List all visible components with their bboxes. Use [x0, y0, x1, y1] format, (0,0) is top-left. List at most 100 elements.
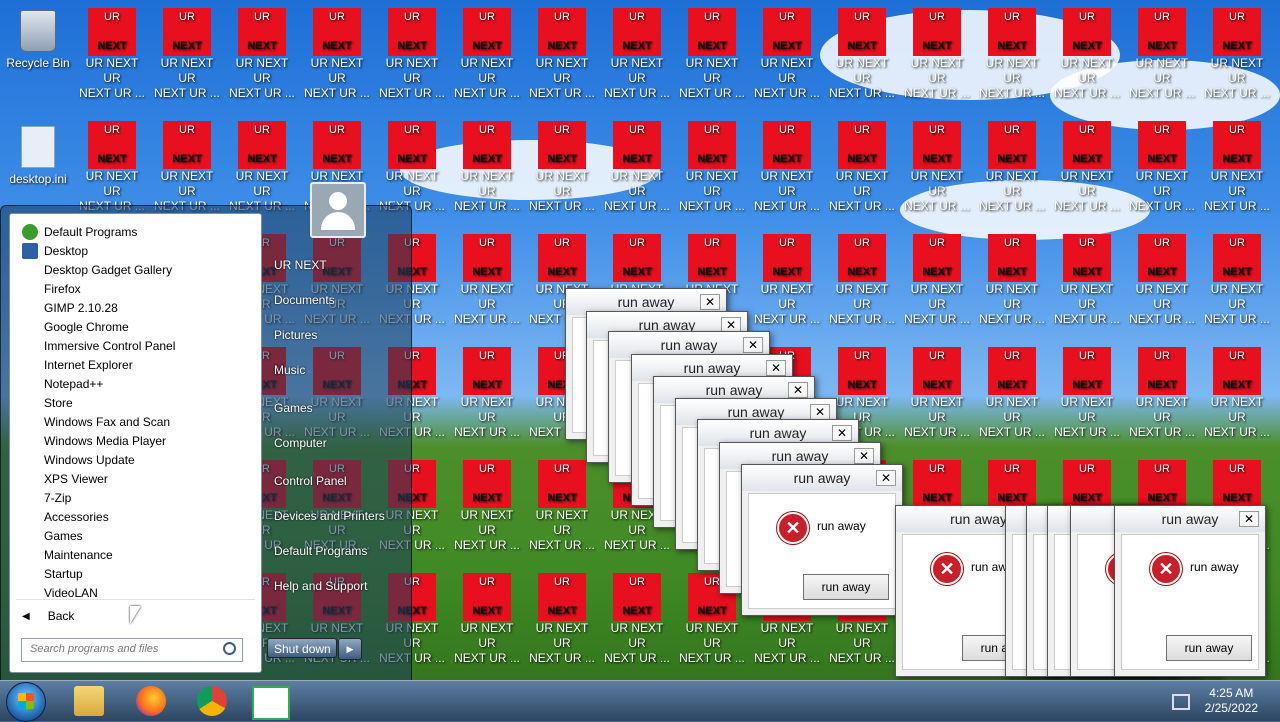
ur-next-shortcut[interactable]: URNEXTUR NEXT URNEXT UR ...: [526, 8, 598, 101]
recycle-bin-shortcut[interactable]: Recycle Bin: [2, 8, 74, 70]
network-icon[interactable]: [1172, 694, 1190, 710]
ur-next-shortcut[interactable]: URNEXTUR NEXT URNEXT UR ...: [976, 8, 1048, 101]
close-icon[interactable]: ✕: [854, 448, 874, 464]
program-item[interactable]: Games: [22, 526, 83, 545]
ur-next-shortcut[interactable]: URNEXTUR NEXT URNEXT UR ...: [1051, 234, 1123, 327]
ur-next-shortcut[interactable]: URNEXTUR NEXT URNEXT UR ...: [226, 121, 298, 214]
ur-next-shortcut[interactable]: URNEXTUR NEXT URNEXT UR ...: [826, 121, 898, 214]
desktop-ini-shortcut[interactable]: desktop.ini: [2, 124, 74, 186]
chrome-icon[interactable]: [197, 686, 227, 716]
error-dialog[interactable]: run away✕✕run awayrun away: [1114, 505, 1266, 677]
ur-next-shortcut[interactable]: URNEXTUR NEXT URNEXT UR ...: [1126, 347, 1198, 440]
ur-next-shortcut[interactable]: URNEXTUR NEXT URNEXT UR ...: [1051, 347, 1123, 440]
ur-next-shortcut[interactable]: URNEXTUR NEXT URNEXT UR ...: [901, 234, 973, 327]
program-item[interactable]: Desktop Gadget Gallery: [22, 260, 172, 279]
start-link[interactable]: Documents: [274, 293, 335, 307]
ur-next-shortcut[interactable]: URNEXTUR NEXT URNEXT UR ...: [451, 573, 523, 666]
ur-next-shortcut[interactable]: URNEXTUR NEXT URNEXT UR ...: [901, 347, 973, 440]
program-item[interactable]: Windows Fax and Scan: [22, 412, 170, 431]
close-icon[interactable]: ✕: [766, 360, 786, 376]
start-link[interactable]: Computer: [274, 436, 327, 450]
ur-next-shortcut[interactable]: URNEXTUR NEXT URNEXT UR ...: [1051, 8, 1123, 101]
ur-next-shortcut[interactable]: URNEXTUR NEXT URNEXT UR ...: [826, 234, 898, 327]
start-link[interactable]: UR NEXT: [274, 258, 327, 272]
close-icon[interactable]: ✕: [743, 337, 763, 353]
ur-next-shortcut[interactable]: URNEXTUR NEXT URNEXT UR ...: [601, 121, 673, 214]
ur-next-shortcut[interactable]: URNEXTUR NEXT URNEXT UR ...: [451, 460, 523, 553]
program-item[interactable]: Accessories: [22, 507, 109, 526]
ur-next-shortcut[interactable]: URNEXTUR NEXT URNEXT UR ...: [901, 121, 973, 214]
program-item[interactable]: GIMP 2.10.28: [22, 298, 118, 317]
start-link[interactable]: Default Programs: [274, 544, 367, 558]
ur-next-shortcut[interactable]: URNEXTUR NEXT URNEXT UR ...: [751, 121, 823, 214]
ur-next-shortcut[interactable]: URNEXTUR NEXT URNEXT UR ...: [1126, 8, 1198, 101]
ur-next-shortcut[interactable]: URNEXTUR NEXT URNEXT UR ...: [1201, 234, 1273, 327]
program-item[interactable]: Internet Explorer: [22, 355, 133, 374]
close-icon[interactable]: ✕: [700, 294, 720, 310]
program-item[interactable]: 7-Zip: [22, 488, 71, 507]
program-item[interactable]: Notepad++: [22, 374, 103, 393]
program-item[interactable]: XPS Viewer: [22, 469, 108, 488]
program-item[interactable]: Default Programs: [22, 222, 137, 241]
program-item[interactable]: Immersive Control Panel: [22, 336, 175, 355]
start-link[interactable]: Music: [274, 363, 305, 377]
start-link[interactable]: Help and Support: [274, 579, 367, 593]
ur-next-shortcut[interactable]: URNEXTUR NEXT URNEXT UR ...: [226, 8, 298, 101]
ur-next-shortcut[interactable]: URNEXTUR NEXT URNEXT UR ...: [151, 8, 223, 101]
close-icon[interactable]: ✕: [1239, 511, 1259, 527]
close-icon[interactable]: ✕: [876, 470, 896, 486]
ur-next-shortcut[interactable]: URNEXTUR NEXT URNEXT UR ...: [451, 121, 523, 214]
start-link[interactable]: Devices and Printers: [274, 509, 385, 523]
ur-next-shortcut[interactable]: URNEXTUR NEXT URNEXT UR ...: [1126, 121, 1198, 214]
ur-next-shortcut[interactable]: URNEXTUR NEXT URNEXT UR ...: [751, 234, 823, 327]
error-dialog[interactable]: run away✕✕run awayrun away: [741, 464, 903, 616]
ur-next-shortcut[interactable]: URNEXTUR NEXT URNEXT UR ...: [1201, 121, 1273, 214]
start-link[interactable]: Pictures: [274, 328, 317, 342]
ur-next-shortcut[interactable]: URNEXTUR NEXT URNEXT UR ...: [601, 8, 673, 101]
program-item[interactable]: Store: [22, 393, 73, 412]
program-item[interactable]: Maintenance: [22, 545, 113, 564]
ur-next-shortcut[interactable]: URNEXTUR NEXT URNEXT UR ...: [976, 234, 1048, 327]
ur-next-shortcut[interactable]: URNEXTUR NEXT URNEXT UR ...: [751, 8, 823, 101]
run-away-button[interactable]: run away: [803, 574, 889, 600]
back-button[interactable]: ◀ Back: [22, 609, 74, 623]
shutdown-button[interactable]: Shut down: [267, 638, 337, 658]
ur-next-shortcut[interactable]: URNEXTUR NEXT URNEXT UR ...: [451, 8, 523, 101]
ur-next-shortcut[interactable]: URNEXTUR NEXT URNEXT UR ...: [1201, 347, 1273, 440]
ur-next-shortcut[interactable]: URNEXTUR NEXT URNEXT UR ...: [451, 234, 523, 327]
ur-next-shortcut[interactable]: URNEXTUR NEXT URNEXT UR ...: [901, 8, 973, 101]
program-item[interactable]: Firefox: [22, 279, 81, 298]
ur-next-shortcut[interactable]: URNEXTUR NEXT URNEXT UR ...: [76, 121, 148, 214]
ur-next-shortcut[interactable]: URNEXTUR NEXT URNEXT UR ...: [76, 8, 148, 101]
close-icon[interactable]: ✕: [810, 404, 830, 420]
start-link[interactable]: Games: [274, 401, 313, 415]
ur-next-shortcut[interactable]: URNEXTUR NEXT URNEXT UR ...: [1051, 121, 1123, 214]
ur-next-shortcut[interactable]: URNEXTUR NEXT URNEXT UR ...: [301, 8, 373, 101]
file-explorer-icon[interactable]: [74, 686, 104, 716]
start-button[interactable]: [6, 682, 46, 722]
firefox-icon[interactable]: [136, 686, 166, 716]
program-item[interactable]: Startup: [22, 564, 83, 583]
clock[interactable]: 4:25 AM 2/25/2022: [1205, 686, 1258, 716]
ur-next-shortcut[interactable]: URNEXTUR NEXT URNEXT UR ...: [151, 121, 223, 214]
ur-next-shortcut[interactable]: URNEXTUR NEXT URNEXT UR ...: [526, 573, 598, 666]
start-link[interactable]: Control Panel: [274, 474, 347, 488]
program-item[interactable]: Desktop: [22, 241, 88, 260]
program-item[interactable]: Windows Update: [22, 450, 135, 469]
ur-next-shortcut[interactable]: URNEXTUR NEXT URNEXT UR ...: [826, 8, 898, 101]
shutdown-options-arrow-icon[interactable]: ▶: [338, 638, 362, 660]
search-input[interactable]: Search programs and files: [21, 638, 243, 662]
ur-next-shortcut[interactable]: URNEXTUR NEXT URNEXT UR ...: [376, 121, 448, 214]
close-icon[interactable]: ✕: [832, 425, 852, 441]
ur-next-shortcut[interactable]: URNEXTUR NEXT URNEXT UR ...: [976, 121, 1048, 214]
ur-next-shortcut[interactable]: URNEXTUR NEXT URNEXT UR ...: [676, 121, 748, 214]
ur-next-shortcut[interactable]: URNEXTUR NEXT URNEXT UR ...: [526, 460, 598, 553]
program-item[interactable]: Google Chrome: [22, 317, 129, 336]
app-window-icon[interactable]: [252, 686, 290, 720]
ur-next-shortcut[interactable]: URNEXTUR NEXT URNEXT UR ...: [451, 347, 523, 440]
ur-next-shortcut[interactable]: URNEXTUR NEXT URNEXT UR ...: [376, 8, 448, 101]
ur-next-shortcut[interactable]: URNEXTUR NEXT URNEXT UR ...: [601, 573, 673, 666]
run-away-button[interactable]: run away: [1166, 635, 1252, 661]
ur-next-shortcut[interactable]: URNEXTUR NEXT URNEXT UR ...: [1126, 234, 1198, 327]
close-icon[interactable]: ✕: [788, 382, 808, 398]
